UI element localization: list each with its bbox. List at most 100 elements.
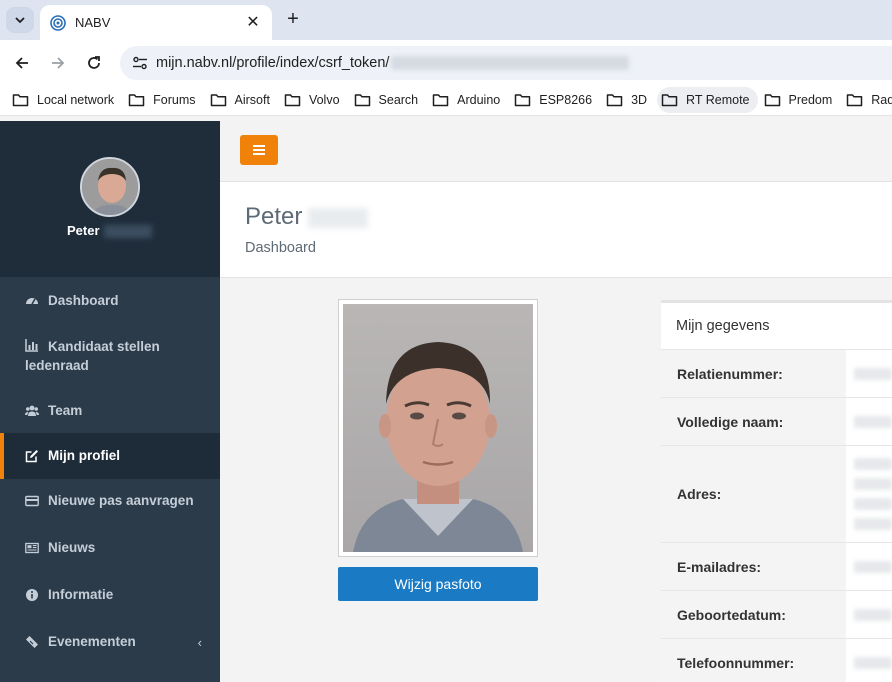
url-token-redacted xyxy=(391,56,630,70)
user-name: Peter xyxy=(67,223,152,239)
newspaper-icon xyxy=(25,541,39,555)
page-title-last-name-redacted xyxy=(308,207,369,228)
info-icon xyxy=(25,588,39,602)
nabv-favicon-icon xyxy=(50,14,66,31)
bookmark-item[interactable]: Search xyxy=(350,87,427,113)
avatar-photo xyxy=(82,159,138,215)
detail-row: Relatienummer: xyxy=(661,350,892,398)
browser-toolbar: mijn.nabv.nl/profile/index/csrf_token/ xyxy=(0,40,892,84)
passport-photo xyxy=(343,304,533,552)
forward-button[interactable] xyxy=(45,50,71,76)
sidebar-item-kandidaat[interactable]: Kandidaat stellen ledenraad xyxy=(0,324,220,389)
folder-icon xyxy=(847,93,863,106)
sidebar-item-nieuws[interactable]: Nieuws xyxy=(0,526,220,572)
site-info-icon[interactable] xyxy=(130,53,150,73)
sidebar-item-label: Dashboard xyxy=(48,293,119,308)
bookmark-item[interactable]: 3D xyxy=(602,87,655,113)
folder-icon xyxy=(354,93,370,106)
bookmark-item[interactable]: Volvo xyxy=(280,87,348,113)
ticket-icon xyxy=(25,635,39,649)
folder-icon xyxy=(284,93,301,106)
bookmark-item[interactable]: Local network xyxy=(8,87,122,113)
reload-button[interactable] xyxy=(81,50,107,76)
bookmark-item[interactable]: Airsoft xyxy=(206,87,278,113)
page-title: Peter xyxy=(245,203,369,231)
bookmark-label: ESP8266 xyxy=(539,92,593,107)
dashboard-icon xyxy=(25,294,39,308)
folder-icon xyxy=(12,93,29,106)
chevron-left-icon[interactable]: ‹ xyxy=(198,635,202,650)
folder-icon xyxy=(514,93,531,106)
back-button[interactable] xyxy=(9,50,35,76)
bookmark-label: Predom xyxy=(788,92,833,107)
passport-photo-frame xyxy=(338,299,538,557)
folder-icon xyxy=(432,93,449,106)
sidebar: Peter Dashboard Kandidaat stellen ledenra… xyxy=(0,121,220,682)
folder-icon xyxy=(210,93,226,106)
sidebar-item-label: Mijn profiel xyxy=(48,448,120,463)
forward-arrow-icon xyxy=(52,57,65,69)
detail-value-redacted xyxy=(846,639,892,682)
bar-chart-icon xyxy=(25,338,39,352)
menu-toggle-button[interactable] xyxy=(240,135,278,165)
sidebar-item-label: Kandidaat stellen ledenraad xyxy=(25,339,160,373)
sidebar-item-label: Nieuws xyxy=(48,540,96,555)
users-icon xyxy=(25,404,39,418)
tab-close-icon[interactable]: ✕ xyxy=(244,14,262,31)
folder-icon xyxy=(764,93,780,106)
bookmark-item[interactable]: Forums xyxy=(124,87,203,113)
address-bar[interactable]: mijn.nabv.nl/profile/index/csrf_token/ xyxy=(120,46,892,80)
bookmark-item[interactable]: Arduino xyxy=(428,87,508,113)
browser-tab[interactable]: NABV ✕ xyxy=(40,5,272,40)
sidebar-item-informatie[interactable]: Informatie xyxy=(0,572,220,619)
change-photo-button[interactable]: Wijzig pasfoto xyxy=(338,567,538,601)
user-panel: Peter xyxy=(0,121,220,277)
sidebar-item-evenementen[interactable]: Evenementen ‹ xyxy=(0,619,220,664)
edit-icon xyxy=(25,449,39,463)
sidebar-item-label: Informatie xyxy=(48,587,114,602)
bookmarks-bar: Local network Forums Airsoft Volvo Search Ard… xyxy=(0,84,892,116)
user-last-name-redacted xyxy=(103,225,152,239)
sidebar-item-label: Evenementen xyxy=(48,634,136,649)
bookmark-label: RT Remote xyxy=(686,92,750,107)
detail-value-redacted xyxy=(846,543,892,590)
new-tab-button[interactable]: + xyxy=(282,8,304,32)
detail-row: Adres: xyxy=(661,446,892,543)
detail-value-redacted xyxy=(846,591,892,638)
avatar xyxy=(80,157,140,217)
bookmark-label: Arduino xyxy=(457,92,501,107)
bookmark-item[interactable]: Predom xyxy=(760,87,841,113)
bookmark-label: Airsoft xyxy=(234,92,270,107)
back-arrow-icon xyxy=(15,57,28,69)
chevron-down-icon xyxy=(15,16,25,23)
detail-label: Telefoonnummer: xyxy=(661,639,846,682)
sidebar-item-dashboard[interactable]: Dashboard xyxy=(0,277,220,324)
bookmark-item[interactable]: Rad xyxy=(842,87,892,113)
sidebar-item-label: Nieuwe pas aanvragen xyxy=(48,493,194,508)
bookmark-item[interactable]: RT Remote xyxy=(657,86,758,113)
credit-card-icon xyxy=(25,494,39,508)
detail-label: Volledige naam: xyxy=(661,398,846,445)
sidebar-item-nieuwe[interactable]: Nieuwe pas aanvragen xyxy=(0,479,220,526)
detail-value-redacted xyxy=(846,398,892,445)
bookmark-label: Local network xyxy=(37,92,115,107)
detail-value-redacted xyxy=(846,446,892,542)
folder-icon xyxy=(606,93,623,106)
tab-title: NABV xyxy=(75,15,111,30)
folder-icon xyxy=(128,93,145,106)
bookmark-item[interactable]: ESP8266 xyxy=(510,87,600,113)
detail-rows: Relatienummer: Volledige naam: Adres: E-mai… xyxy=(661,350,892,682)
detail-row: E-mailadres: xyxy=(661,543,892,591)
sidebar-item-mijn[interactable]: Mijn profiel xyxy=(0,433,220,479)
detail-label: Adres: xyxy=(661,446,846,542)
tab-search-button[interactable] xyxy=(6,7,34,33)
panel-title: Mijn gegevens xyxy=(661,303,892,350)
detail-row: Geboortedatum: xyxy=(661,591,892,639)
sidebar-item-team[interactable]: Team xyxy=(0,389,220,433)
detail-label: E-mailadres: xyxy=(661,543,846,590)
reload-icon xyxy=(88,56,100,69)
page-header: Peter Dashboard xyxy=(220,182,892,278)
breadcrumb: Dashboard xyxy=(245,240,316,256)
detail-label: Geboortedatum: xyxy=(661,591,846,638)
detail-row: Telefoonnummer: xyxy=(661,639,892,682)
